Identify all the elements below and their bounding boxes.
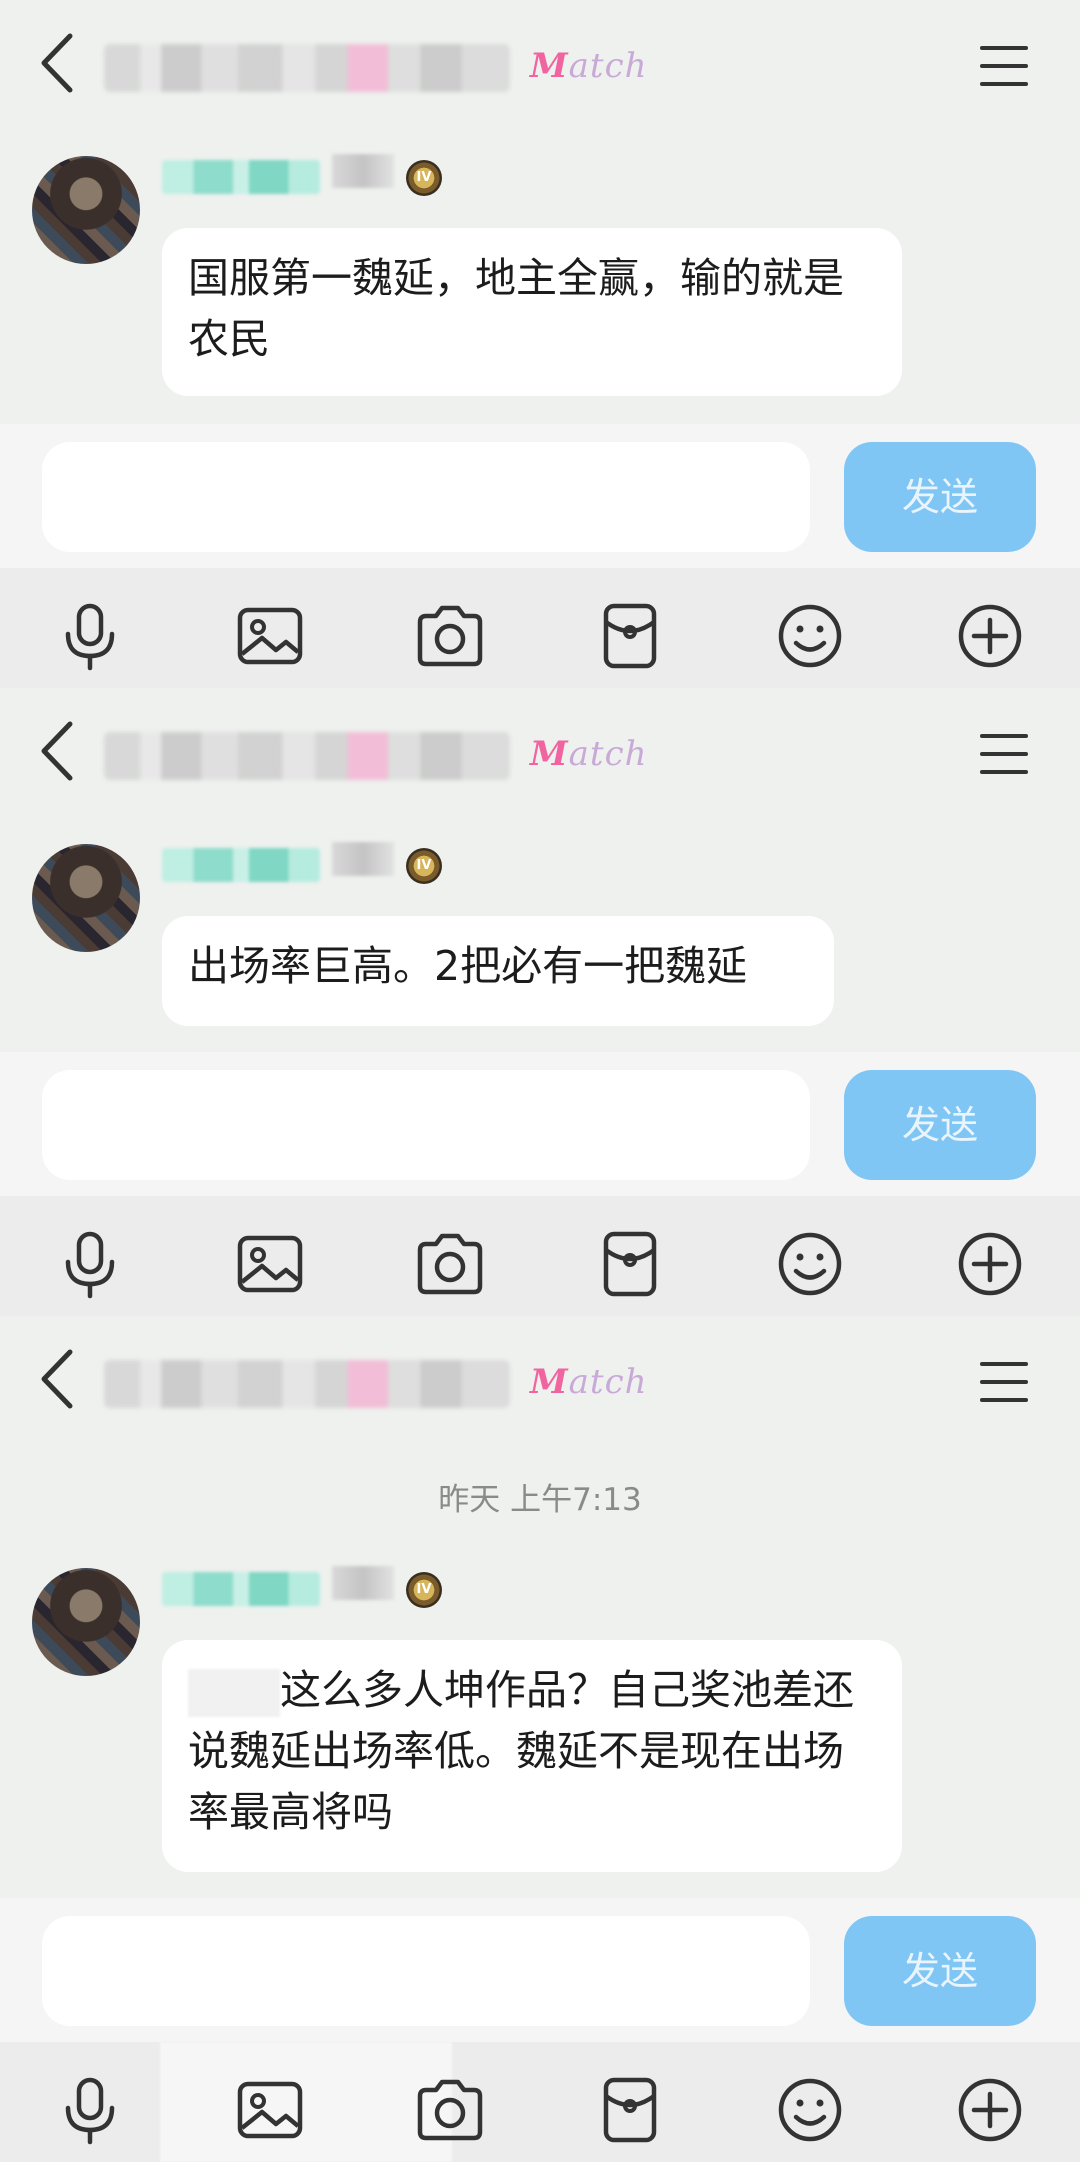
emoji-icon[interactable]: [774, 600, 846, 672]
menu-icon[interactable]: [980, 732, 1030, 776]
chat-title-blurred: [104, 1360, 510, 1408]
camera-icon[interactable]: [414, 1228, 486, 1300]
blurred-mention: [188, 1669, 280, 1717]
match-logo: Match: [530, 1362, 648, 1402]
image-icon[interactable]: [234, 600, 306, 672]
message-text: 国服第一魏延，地主全赢，输的就是农民: [188, 254, 844, 363]
sender-name-blurred: [162, 1572, 320, 1606]
chat-title-blurred: [104, 44, 510, 92]
back-arrow-icon[interactable]: [34, 716, 84, 786]
sender-tag-blurred: [332, 842, 394, 876]
red-packet-icon[interactable]: [594, 2074, 666, 2146]
menu-icon[interactable]: [980, 1360, 1030, 1404]
image-icon[interactable]: [234, 1228, 306, 1300]
avatar[interactable]: [32, 156, 140, 264]
send-button[interactable]: 发送: [844, 442, 1036, 552]
red-packet-icon[interactable]: [594, 600, 666, 672]
image-icon[interactable]: [234, 2074, 306, 2146]
chat-panel-1: Match IV 国服第一魏延，地主全赢，输的就是农民 发送: [0, 0, 1080, 690]
red-packet-icon[interactable]: [594, 1228, 666, 1300]
plus-icon[interactable]: [954, 600, 1026, 672]
microphone-icon[interactable]: [54, 600, 126, 672]
input-toolbar: [0, 568, 1080, 688]
emoji-icon[interactable]: [774, 2074, 846, 2146]
input-bar: 发送: [0, 1898, 1080, 2042]
avatar[interactable]: [32, 844, 140, 952]
rank-badge-icon: IV: [406, 1572, 442, 1608]
message-text: 这么多人坤作品？自己奖池差还说魏延出场率低。魏延不是现在出场率最高将吗: [188, 1666, 854, 1836]
chat-header: Match: [0, 1316, 1080, 1426]
input-bar: 发送: [0, 1052, 1080, 1196]
match-logo: Match: [530, 734, 648, 774]
message-bubble[interactable]: 国服第一魏延，地主全赢，输的就是农民: [162, 228, 902, 396]
plus-icon[interactable]: [954, 2074, 1026, 2146]
chat-title-blurred: [104, 732, 510, 780]
microphone-icon[interactable]: [54, 2074, 126, 2146]
back-arrow-icon[interactable]: [34, 1344, 84, 1414]
back-arrow-icon[interactable]: [34, 28, 84, 98]
avatar[interactable]: [32, 1568, 140, 1676]
menu-icon[interactable]: [980, 44, 1030, 88]
chat-panel-3: Match 昨天 上午7:13 IV 这么多人坤作品？自己奖池差还说魏延出场率低…: [0, 1316, 1080, 2162]
message-bubble[interactable]: 出场率巨高。2把必有一把魏延: [162, 916, 834, 1026]
plus-icon[interactable]: [954, 1228, 1026, 1300]
camera-icon[interactable]: [414, 600, 486, 672]
rank-badge-icon: IV: [406, 160, 442, 196]
chat-panel-2: Match IV 出场率巨高。2把必有一把魏延 发送: [0, 688, 1080, 1316]
input-bar: 发送: [0, 424, 1080, 568]
sender-name-blurred: [162, 848, 320, 882]
send-button[interactable]: 发送: [844, 1070, 1036, 1180]
message-bubble[interactable]: 这么多人坤作品？自己奖池差还说魏延出场率低。魏延不是现在出场率最高将吗: [162, 1640, 902, 1872]
camera-icon[interactable]: [414, 2074, 486, 2146]
chat-header: Match: [0, 688, 1080, 798]
sender-name-blurred: [162, 160, 320, 194]
chat-header: Match: [0, 0, 1080, 110]
match-logo: Match: [530, 46, 648, 86]
sender-tag-blurred: [332, 154, 394, 188]
emoji-icon[interactable]: [774, 1228, 846, 1300]
send-button[interactable]: 发送: [844, 1916, 1036, 2026]
message-timestamp: 昨天 上午7:13: [438, 1482, 642, 1518]
blurred-overlay: [160, 2042, 452, 2162]
input-toolbar: [0, 1196, 1080, 1316]
microphone-icon[interactable]: [54, 1228, 126, 1300]
message-input[interactable]: [42, 1070, 810, 1180]
rank-badge-icon: IV: [406, 848, 442, 884]
message-text: 出场率巨高。2把必有一把魏延: [188, 942, 748, 990]
message-input[interactable]: [42, 1916, 810, 2026]
sender-tag-blurred: [332, 1566, 394, 1600]
input-toolbar: [0, 2042, 1080, 2162]
message-input[interactable]: [42, 442, 810, 552]
